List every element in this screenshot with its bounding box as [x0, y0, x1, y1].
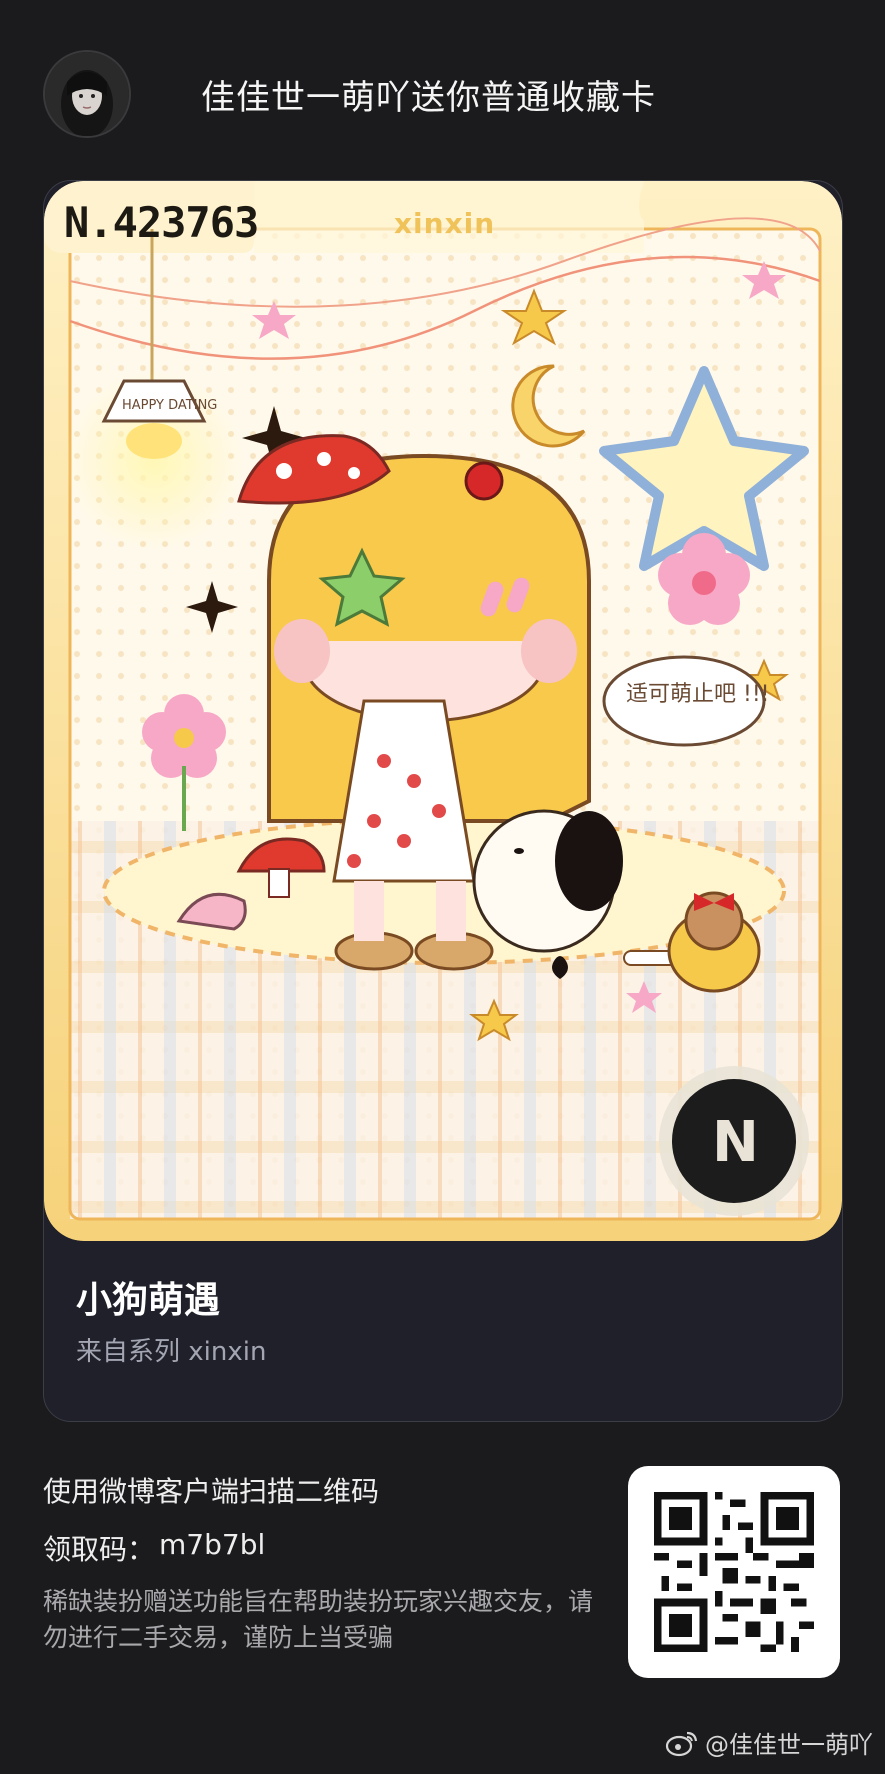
weibo-icon [665, 1731, 698, 1756]
svg-text:N: N [712, 1110, 759, 1175]
svg-text:HAPPY DATING: HAPPY DATING [122, 398, 217, 413]
weibo-watermark: @佳佳世一萌吖 [665, 1725, 873, 1760]
user-avatar[interactable] [43, 50, 131, 138]
redeem-code-label: 领取码： [43, 1533, 156, 1566]
header: 佳佳世一萌吖送你普通收藏卡 [43, 50, 843, 138]
card-series-label: 来自系列 xinxin [76, 1337, 267, 1367]
scan-instruction: 使用微博客户端扫描二维码 [43, 1475, 380, 1508]
redeem-code-row: 领取码： m7b7bl [43, 1528, 265, 1568]
card-artwork: HAPPY DATING 适可萌止吧 !!! N N.423763 xinxin [44, 181, 842, 1241]
svg-text:适可萌止吧 !!!: 适可萌止吧 !!! [626, 682, 769, 707]
qr-code[interactable] [628, 1466, 840, 1678]
card-name: 小狗萌遇 [76, 1280, 221, 1321]
redeem-code-value[interactable]: m7b7bl [159, 1528, 265, 1568]
card-number: N.423763 [64, 197, 259, 247]
watermark-text: @佳佳世一萌吖 [705, 1731, 873, 1759]
collectible-card[interactable]: HAPPY DATING 适可萌止吧 !!! N N.423763 xinxin… [43, 180, 843, 1422]
card-series-tag: xinxin [394, 207, 496, 240]
page-title: 佳佳世一萌吖送你普通收藏卡 [201, 77, 656, 118]
notice-text: 稀缺装扮赠送功能旨在帮助装扮玩家兴趣交友，请勿进行二手交易，谨防上当受骗 [43, 1587, 594, 1652]
